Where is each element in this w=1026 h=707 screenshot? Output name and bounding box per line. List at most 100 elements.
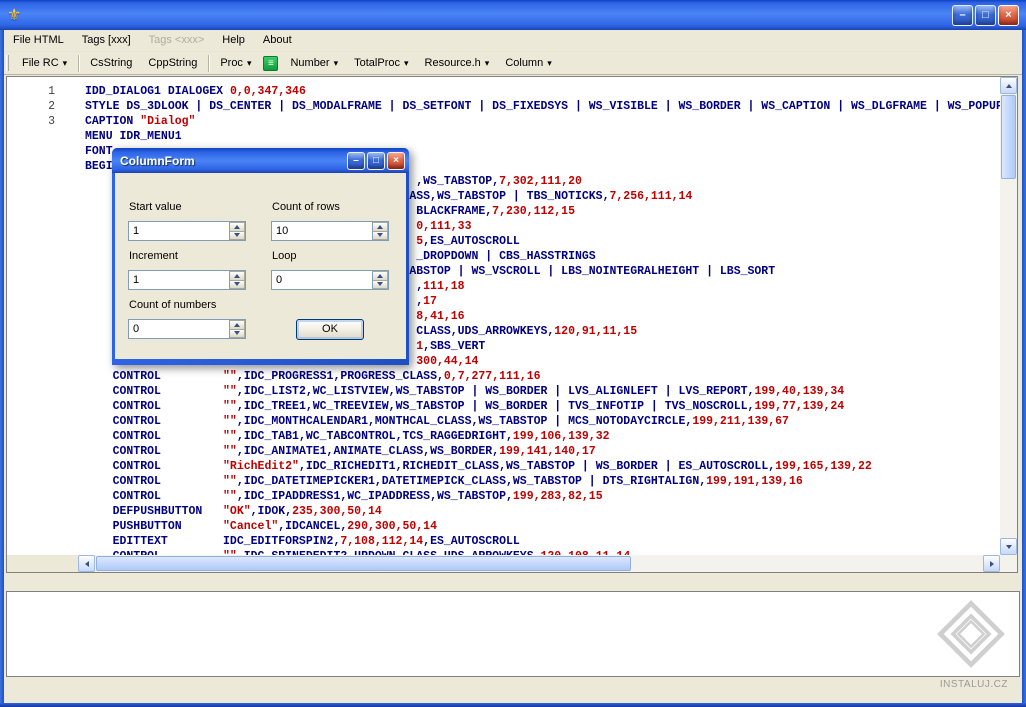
toolbar-csstring-label: CsString [90, 57, 132, 69]
spin-down-button[interactable] [372, 232, 388, 241]
toolbar-cppstring-button[interactable]: CppString [140, 53, 205, 73]
menubar: File HTML Tags [xxx] Tags <xxx> Help Abo… [4, 30, 1022, 50]
code-line: IDD_DIALOG1 DIALOGEX 0,0,347,346 [85, 85, 1000, 100]
line-number: 1 [7, 85, 78, 100]
spinner-buttons [372, 271, 388, 289]
toolbar-resource-h-button[interactable]: Resource.h [417, 53, 498, 73]
code-line: CONTROL "",IDC_PROGRESS1,PROGRESS_CLASS,… [85, 370, 1000, 385]
spin-down-button[interactable] [229, 281, 245, 290]
close-button[interactable]: × [998, 5, 1019, 26]
count-of-numbers-label: Count of numbers [129, 299, 216, 311]
dropdown-arrow-icon [334, 57, 339, 69]
triangle-right-icon [990, 561, 994, 567]
code-line: MENU IDR_MENU1 [85, 130, 1000, 145]
menu-tags-square[interactable]: Tags [xxx] [73, 31, 140, 49]
start-value-input[interactable]: 1 [129, 222, 229, 240]
increment-input[interactable]: 1 [129, 271, 229, 289]
spinner-buttons [229, 271, 245, 289]
spin-down-button[interactable] [229, 232, 245, 241]
toolbar-grip[interactable] [6, 55, 9, 71]
dropdown-arrow-icon [547, 57, 552, 69]
window-frame-bottom [0, 703, 1026, 707]
spin-up-button[interactable] [229, 271, 245, 281]
toolbar-cppstring-label: CppString [148, 57, 197, 69]
toolbar-totalproc-button[interactable]: TotalProc [346, 53, 416, 73]
dialog-titlebar[interactable]: ColumnForm – □ × [112, 148, 409, 173]
code-line: CONTROL "",IDC_LIST2,WC_LISTVIEW,WS_TABS… [85, 385, 1000, 400]
dialog-maximize-button[interactable]: □ [367, 152, 385, 170]
count-of-numbers-spinner[interactable]: 0 [128, 319, 246, 339]
vertical-scroll-thumb[interactable] [1001, 95, 1016, 179]
dropdown-arrow-icon [404, 57, 409, 69]
triangle-down-icon [234, 233, 240, 237]
dialog-body: Start value 1 Count of rows 10 Increment… [115, 173, 406, 359]
code-line: CONTROL "",IDC_TAB1,WC_TABCONTROL,TCS_RA… [85, 430, 1000, 445]
triangle-up-icon [234, 225, 240, 229]
menu-about[interactable]: About [254, 31, 301, 49]
triangle-up-icon [377, 225, 383, 229]
toolbar-proc-label: Proc [220, 57, 243, 69]
dropdown-arrow-icon [63, 57, 68, 69]
loop-label: Loop [272, 250, 296, 262]
scroll-right-button[interactable] [983, 555, 1000, 572]
scroll-left-button[interactable] [78, 555, 95, 572]
output-panel [6, 591, 1020, 677]
scrollbar-corner-left [7, 555, 78, 572]
statusbar: INSTALUJ.CZ [4, 677, 1022, 703]
triangle-left-icon [85, 561, 89, 567]
spin-up-button[interactable] [372, 222, 388, 232]
scroll-up-button[interactable] [1000, 77, 1017, 94]
minimize-button[interactable]: – [952, 5, 973, 26]
vertical-scrollbar[interactable] [1000, 77, 1017, 555]
maximize-button[interactable]: □ [975, 5, 996, 26]
spinner-buttons [229, 320, 245, 338]
scroll-down-button[interactable] [1000, 538, 1017, 555]
instaluj-watermark-logo [935, 598, 1007, 670]
titlebar[interactable]: ⚜ – □ × [0, 0, 1026, 30]
menu-tags-angle: Tags <xxx> [140, 31, 214, 49]
spin-down-button[interactable] [372, 281, 388, 290]
code-line: CONTROL "",IDC_IPADDRESS1,WC_IPADDRESS,W… [85, 490, 1000, 505]
code-line: PUSHBUTTON "Cancel",IDCANCEL,290,300,50,… [85, 520, 1000, 535]
toolbar-totalproc-label: TotalProc [354, 57, 400, 69]
triangle-down-icon [377, 282, 383, 286]
green-tool-icon[interactable] [263, 56, 278, 71]
watermark-text: INSTALUJ.CZ [940, 679, 1008, 690]
toolbar-number-button[interactable]: Number [282, 53, 346, 73]
toolbar-csstring-button[interactable]: CsString [82, 53, 140, 73]
code-line: STYLE DS_3DLOOK | DS_CENTER | DS_MODALFR… [85, 100, 1000, 115]
triangle-up-icon [377, 274, 383, 278]
toolbar-proc-button[interactable]: Proc [212, 53, 259, 73]
line-number: 3 [7, 115, 78, 130]
menu-file-html[interactable]: File HTML [4, 31, 73, 49]
toolbar-separator [78, 55, 79, 72]
count-of-rows-spinner[interactable]: 10 [271, 221, 389, 241]
increment-label: Increment [129, 250, 178, 262]
count-of-numbers-input[interactable]: 0 [129, 320, 229, 338]
dialog-minimize-button[interactable]: – [347, 152, 365, 170]
spin-down-button[interactable] [229, 330, 245, 339]
ok-button[interactable]: OK [296, 319, 364, 340]
toolbar-column-label: Column [505, 57, 543, 69]
line-number-gutter: 123 [7, 77, 78, 555]
menu-help[interactable]: Help [213, 31, 254, 49]
triangle-down-icon [234, 331, 240, 335]
loop-spinner[interactable]: 0 [271, 270, 389, 290]
dialog-close-button[interactable]: × [387, 152, 405, 170]
code-line: EDITTEXT IDC_EDITFORSPIN2,7,108,112,14,E… [85, 535, 1000, 550]
horizontal-scrollbar[interactable] [78, 555, 1000, 572]
spin-up-button[interactable] [229, 320, 245, 330]
toolbar-file-rc-button[interactable]: File RC [14, 53, 75, 73]
scrollbar-corner [1000, 555, 1017, 572]
horizontal-scroll-thumb[interactable] [96, 556, 631, 571]
spin-up-button[interactable] [372, 271, 388, 281]
triangle-down-icon [377, 233, 383, 237]
increment-spinner[interactable]: 1 [128, 270, 246, 290]
app-window: ⚜ – □ × File HTML Tags [xxx] Tags <xxx> … [0, 0, 1026, 707]
toolbar-column-button[interactable]: Column [497, 53, 559, 73]
triangle-down-icon [1006, 545, 1012, 549]
loop-input[interactable]: 0 [272, 271, 372, 289]
start-value-spinner[interactable]: 1 [128, 221, 246, 241]
spin-up-button[interactable] [229, 222, 245, 232]
count-of-rows-input[interactable]: 10 [272, 222, 372, 240]
